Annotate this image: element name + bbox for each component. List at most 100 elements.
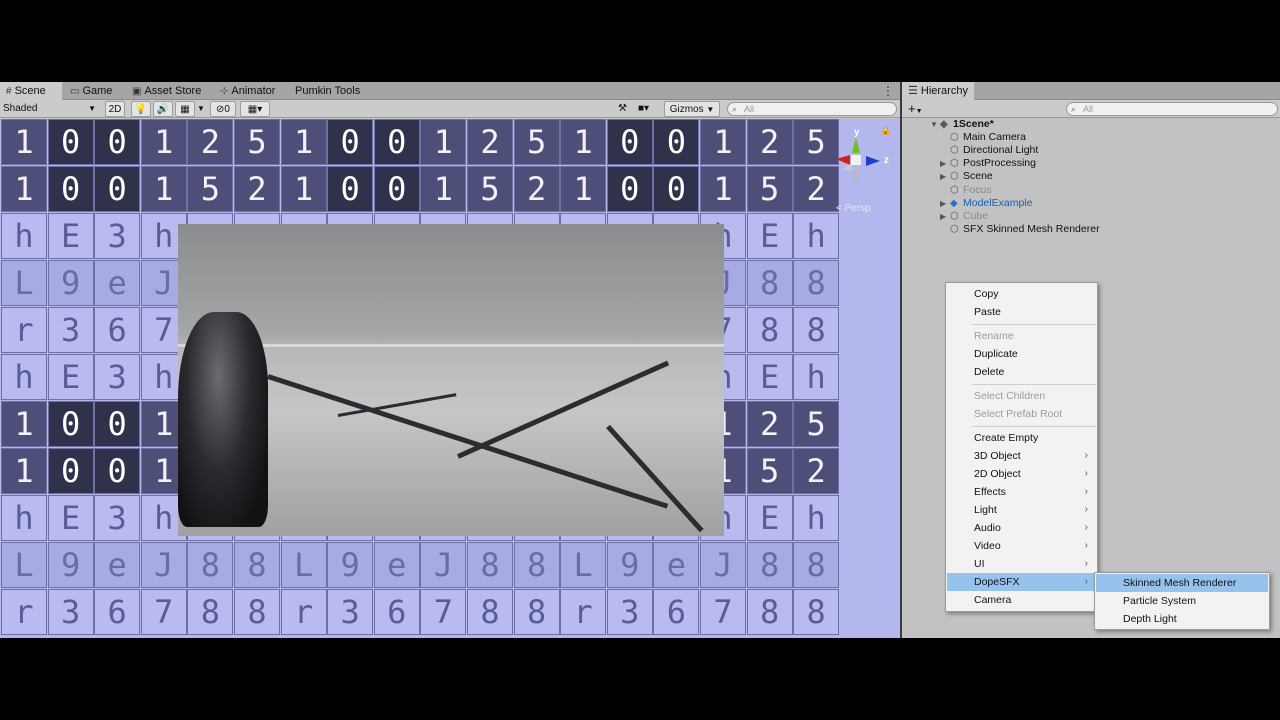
menu-item-select-prefab-root[interactable]: Select Prefab Root — [947, 405, 1096, 423]
hierarchy-item-label: ModelExample — [963, 197, 1033, 209]
digit-cell: 1 — [280, 166, 327, 212]
letterbox-bottom — [0, 638, 1280, 720]
gizmos-dropdown[interactable]: Gizmos ▼ — [664, 101, 720, 117]
menu-item-effects[interactable]: Effects › — [947, 483, 1096, 501]
menu-item-camera[interactable]: Camera — [947, 591, 1096, 609]
tab-hierarchy[interactable]: ☰ Hierarchy — [902, 82, 974, 100]
menu-item-rename[interactable]: Rename — [947, 327, 1096, 345]
list-item[interactable]: ⬡ Main Camera — [950, 131, 1026, 144]
menu-item-delete[interactable]: Delete — [947, 363, 1096, 381]
scene-toolbar: Shaded ▼ 2D 💡 🔊 ▦ ▼ ⊘0 ▦▾ ⚒ ■▾ Gizmos ▼ … — [0, 100, 900, 118]
effects-dropdown-icon[interactable]: ▼ — [197, 101, 207, 117]
digit-cell: 1 — [1, 166, 47, 212]
hierarchy-item-label: Focus — [963, 184, 992, 196]
menu-item-3d-object[interactable]: 3D Object › — [947, 447, 1096, 465]
digit-cell: 1 — [420, 119, 467, 165]
digit-cell: 6 — [94, 589, 141, 635]
digit-cell: 0 — [47, 448, 94, 494]
digit-cell: 3 — [47, 307, 94, 353]
effects-toggle-icon[interactable]: ▦ — [175, 101, 195, 117]
menu-separator — [972, 324, 1096, 325]
list-item[interactable]: ▼ ◈ 1Scene* — [930, 118, 994, 131]
gizmo-y-cone[interactable] — [852, 137, 860, 153]
menu-item-depth-light[interactable]: Depth Light — [1096, 610, 1268, 628]
menu-item-label: Video — [974, 540, 1001, 552]
menu-separator — [972, 426, 1096, 427]
tab-scene[interactable]: # Scene — [0, 82, 62, 100]
menu-item-select-children[interactable]: Select Children — [947, 387, 1096, 405]
audio-toggle-icon[interactable]: 🔊 — [153, 101, 173, 117]
grid-toggle-icon[interactable]: ▦▾ — [240, 101, 270, 117]
expand-arrow-icon[interactable]: ▶ — [940, 157, 950, 170]
expand-arrow-icon[interactable]: ▼ — [930, 118, 940, 131]
orientation-gizmo[interactable]: y z < Persp — [830, 127, 894, 214]
list-item[interactable]: ⬡ Focus — [950, 184, 992, 197]
gizmo-neg-y-cone[interactable] — [852, 169, 860, 185]
digit-cell: 1 — [700, 119, 746, 165]
menu-item-duplicate[interactable]: Duplicate — [947, 345, 1096, 363]
expand-arrow-icon[interactable]: ▶ — [940, 197, 950, 210]
menu-item-label: Audio — [974, 522, 1001, 534]
digit-cell: 8 — [234, 589, 280, 635]
menu-item-copy[interactable]: Copy — [947, 285, 1096, 303]
gameobject-icon: ⬡ — [950, 145, 959, 156]
list-item[interactable]: ⬡ Directional Light — [950, 144, 1038, 157]
hierarchy-item-label: Main Camera — [963, 131, 1027, 143]
floor-streak — [456, 360, 670, 459]
list-item[interactable]: ▶ ◆ ModelExample — [940, 197, 1032, 210]
lighting-toggle-icon[interactable]: 💡 — [131, 101, 151, 117]
tab-animator-label: Animator — [231, 85, 276, 97]
hierarchy-item-label: Directional Light — [963, 144, 1039, 156]
tools-icon[interactable]: ⚒ — [618, 101, 632, 117]
digit-cell: 0 — [373, 119, 420, 165]
digit-cell: 8 — [793, 589, 840, 635]
shading-mode-dropdown[interactable]: Shaded ▼ — [3, 101, 99, 117]
gizmo-center-cube[interactable] — [851, 155, 861, 165]
dopesfx-submenu: Skinned Mesh Renderer Particle System De… — [1094, 572, 1270, 630]
chevron-right-icon: › — [1084, 468, 1088, 479]
menu-item-audio[interactable]: Audio › — [947, 519, 1096, 537]
list-item[interactable]: ▶ ⬡ Scene — [940, 170, 993, 183]
chevron-right-icon: › — [1084, 522, 1088, 533]
menu-item-dopesfx[interactable]: DopeSFX › — [947, 573, 1096, 591]
toggle-2d-button[interactable]: 2D — [105, 101, 125, 117]
scene-viewport[interactable]: 100125100125100125100152100152100152hE3h… — [0, 119, 900, 638]
digit-cell: L — [280, 542, 327, 588]
projection-toggle[interactable]: < Persp — [836, 203, 871, 214]
list-item[interactable]: ▶ ⬡ PostProcessing — [940, 157, 1036, 170]
scene-search-input[interactable]: ⌕ All — [727, 102, 897, 116]
lock-icon[interactable]: 🔒 — [880, 125, 891, 136]
menu-separator — [972, 384, 1096, 385]
menu-item-video[interactable]: Video › — [947, 537, 1096, 555]
menu-item-particle-system[interactable]: Particle System — [1096, 592, 1268, 610]
list-item[interactable]: ⬡ SFX Skinned Mesh Renderer — [950, 223, 1100, 236]
panel-menu-icon[interactable]: ⋮ — [882, 82, 894, 100]
menu-item-skinned-mesh-renderer[interactable]: Skinned Mesh Renderer — [1096, 574, 1268, 592]
hierarchy-search-input[interactable]: ⌕ All — [1066, 102, 1278, 116]
tab-pumkin-tools[interactable]: Pumkin Tools — [289, 82, 366, 100]
digit-cell: 2 — [467, 119, 513, 165]
expand-arrow-icon[interactable]: ▶ — [940, 170, 950, 183]
gameobject-icon: ⬡ — [950, 185, 959, 196]
tab-asset-store[interactable]: ▣ Asset Store — [126, 82, 207, 100]
digit-cell: 9 — [606, 542, 653, 588]
menu-item-light[interactable]: Light › — [947, 501, 1096, 519]
list-item[interactable]: ▶ ⬡ Cube — [940, 210, 988, 223]
camera-settings-icon[interactable]: ■▾ — [638, 101, 658, 117]
digit-cell: 5 — [793, 401, 840, 447]
tab-animator[interactable]: ⊹ Animator — [214, 82, 281, 100]
menu-item-create-empty[interactable]: Create Empty — [947, 429, 1096, 447]
gizmo-neg-z-cone[interactable] — [842, 163, 852, 171]
tab-game[interactable]: ▭ Game — [64, 82, 118, 100]
gizmo-z-cone[interactable] — [866, 156, 880, 166]
gizmo-x-cone[interactable] — [836, 155, 850, 165]
menu-item-2d-object[interactable]: 2D Object › — [947, 465, 1096, 483]
expand-arrow-icon[interactable]: ▶ — [940, 210, 950, 223]
menu-item-paste[interactable]: Paste — [947, 303, 1096, 321]
prefab-icon: ◆ — [950, 198, 958, 209]
menu-item-ui[interactable]: UI › — [947, 555, 1096, 573]
hidden-objects-toggle[interactable]: ⊘0 — [210, 101, 236, 117]
context-menu: Copy Paste Rename Duplicate Delete Selec… — [945, 282, 1098, 612]
floor-streak — [267, 374, 669, 509]
add-object-button[interactable]: +▼ — [908, 101, 932, 117]
